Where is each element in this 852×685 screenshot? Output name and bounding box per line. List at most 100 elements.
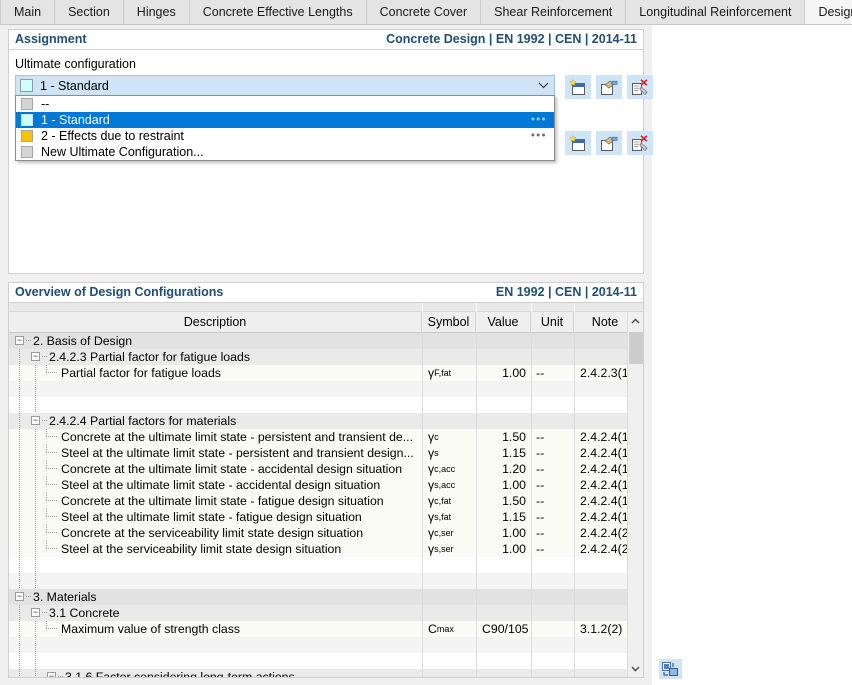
ultimate-configuration-dropdown[interactable]: -- 1 - Standard ••• 2 - Effects due to rest… bbox=[15, 95, 555, 161]
cell-value[interactable]: 1.00 bbox=[476, 365, 531, 381]
cell-description bbox=[61, 381, 433, 397]
cell-value[interactable]: 1.50 bbox=[476, 429, 531, 445]
cell-value[interactable]: 1.00 bbox=[476, 525, 531, 541]
tab-design-configurations[interactable]: Design Configurations bbox=[805, 0, 852, 24]
tab-bar: Main Section Hinges Concrete Effective Leng… bbox=[0, 0, 852, 25]
table-row[interactable]: −3. Materials bbox=[9, 589, 627, 605]
cell-symbol: γ s,fat bbox=[422, 509, 476, 525]
cell-value[interactable] bbox=[476, 573, 531, 589]
edit-configuration-icon[interactable] bbox=[596, 75, 622, 99]
dropdown-item[interactable]: 1 - Standard ••• bbox=[16, 112, 554, 128]
tree-collapse-icon[interactable]: − bbox=[15, 592, 24, 601]
new-configuration-icon[interactable] bbox=[565, 75, 591, 99]
column-header-symbol[interactable]: Symbol bbox=[422, 311, 476, 333]
chevron-up-icon[interactable] bbox=[628, 312, 643, 329]
column-header-value[interactable]: Value bbox=[476, 311, 531, 333]
edit-configuration-icon[interactable] bbox=[596, 131, 622, 155]
tree-guide-line bbox=[19, 605, 20, 621]
cell-note: 2.4.2.4(2) bbox=[574, 541, 627, 557]
dropdown-item-options-icon[interactable]: ••• bbox=[531, 130, 547, 142]
tree-collapse-icon[interactable]: − bbox=[31, 416, 40, 425]
dropdown-item[interactable]: -- bbox=[16, 96, 554, 112]
scrollbar-thumb[interactable] bbox=[629, 332, 643, 364]
table-row[interactable]: − 3.1.6 Factor considering long-term acti… bbox=[9, 669, 627, 677]
cell-value[interactable] bbox=[476, 381, 531, 397]
tab-main[interactable]: Main bbox=[0, 0, 56, 24]
cell-value[interactable] bbox=[476, 669, 531, 677]
tree-collapse-icon[interactable]: − bbox=[15, 336, 24, 345]
cell-value[interactable] bbox=[476, 413, 531, 429]
cell-value[interactable]: 1.00 bbox=[476, 541, 531, 557]
cell-value[interactable]: 1.20 bbox=[476, 461, 531, 477]
table-row[interactable]: Concrete at the serviceability limit sta… bbox=[9, 525, 627, 541]
tab-section[interactable]: Section bbox=[55, 0, 124, 24]
cell-note bbox=[574, 605, 627, 621]
table-row[interactable]: Concrete at the ultimate limit state - p… bbox=[9, 429, 627, 445]
table-vertical-scrollbar[interactable] bbox=[627, 312, 643, 677]
tree-guide-line bbox=[35, 669, 36, 677]
delete-configuration-icon[interactable] bbox=[627, 131, 653, 155]
dropdown-item-options-icon[interactable]: ••• bbox=[531, 114, 547, 126]
cell-description: Steel at the serviceability limit state … bbox=[61, 542, 342, 556]
tree-guide-line bbox=[46, 525, 47, 533]
tree-collapse-icon[interactable]: − bbox=[31, 608, 40, 617]
delete-configuration-icon[interactable] bbox=[627, 75, 653, 99]
tree-collapse-icon[interactable]: − bbox=[47, 672, 56, 677]
dropdown-item[interactable]: 2 - Effects due to restraint ••• bbox=[16, 128, 554, 144]
cell-unit: -- bbox=[531, 477, 574, 493]
cell-value[interactable]: 1.15 bbox=[476, 509, 531, 525]
transfer-configuration-icon[interactable] bbox=[659, 659, 682, 679]
cell-symbol bbox=[422, 573, 476, 589]
column-header-description[interactable]: Description bbox=[9, 311, 422, 333]
cell-value[interactable]: 1.00 bbox=[476, 477, 531, 493]
tab-longitudinal-reinforcement[interactable]: Longitudinal Reinforcement bbox=[626, 0, 806, 24]
tree-guide-line bbox=[46, 532, 57, 533]
tree-guide-line bbox=[35, 365, 36, 381]
table-row[interactable]: Steel at the ultimate limit state - acci… bbox=[9, 477, 627, 493]
design-configurations-table[interactable]: −2. Basis of Design −2.4.2.3 Partial fact… bbox=[9, 333, 627, 677]
cell-value[interactable] bbox=[476, 557, 531, 573]
cell-value[interactable] bbox=[476, 397, 531, 413]
cell-value[interactable] bbox=[476, 333, 531, 349]
tree-guide-line bbox=[19, 493, 20, 509]
dropdown-item[interactable]: New Ultimate Configuration... bbox=[16, 144, 554, 160]
chevron-down-icon[interactable] bbox=[628, 660, 643, 677]
tree-collapse-icon[interactable]: − bbox=[31, 352, 40, 361]
new-configuration-icon[interactable] bbox=[565, 131, 591, 155]
table-row[interactable]: Steel at the serviceability limit state … bbox=[9, 541, 627, 557]
cell-value[interactable]: 1.50 bbox=[476, 493, 531, 509]
configuration-color-swatch bbox=[21, 98, 33, 110]
cell-value[interactable] bbox=[476, 605, 531, 621]
cell-value[interactable] bbox=[476, 653, 531, 669]
tree-guide-line bbox=[19, 541, 20, 557]
cell-value[interactable] bbox=[476, 589, 531, 605]
cell-value[interactable] bbox=[476, 349, 531, 365]
tree-guide-line bbox=[35, 573, 36, 589]
chevron-down-icon[interactable] bbox=[532, 80, 554, 92]
table-row[interactable]: Maximum value of strength class Cmax C90/1… bbox=[9, 621, 627, 637]
table-row[interactable]: −2. Basis of Design bbox=[9, 333, 627, 349]
tab-concrete-cover[interactable]: Concrete Cover bbox=[366, 0, 482, 24]
column-header-unit[interactable]: Unit bbox=[531, 311, 574, 333]
tree-guide-line bbox=[19, 413, 20, 429]
ultimate-configuration-combobox[interactable]: 1 - Standard bbox=[15, 75, 555, 96]
table-row[interactable]: −2.4.2.4 Partial factors for materials bbox=[9, 413, 627, 429]
table-row[interactable]: Steel at the ultimate limit state - pers… bbox=[9, 445, 627, 461]
table-row[interactable]: −3.1 Concrete bbox=[9, 605, 627, 621]
cell-value[interactable]: 1.15 bbox=[476, 445, 531, 461]
cell-value[interactable] bbox=[476, 637, 531, 653]
table-row[interactable]: Concrete at the ultimate limit state - a… bbox=[9, 461, 627, 477]
overview-panel-header: Overview of Design Configurations EN 199… bbox=[9, 283, 643, 303]
tab-concrete-effective-lengths[interactable]: Concrete Effective Lengths bbox=[189, 0, 367, 24]
cell-value[interactable]: C90/105 bbox=[476, 621, 531, 637]
cell-note bbox=[574, 557, 627, 573]
table-row[interactable]: Steel at the ultimate limit state - fati… bbox=[9, 509, 627, 525]
tree-guide-line bbox=[35, 637, 36, 653]
tab-shear-reinforcement[interactable]: Shear Reinforcement bbox=[481, 0, 627, 24]
tree-guide-line bbox=[35, 653, 36, 669]
table-row[interactable]: Concrete at the ultimate limit state - f… bbox=[9, 493, 627, 509]
tree-guide-line bbox=[35, 541, 36, 557]
table-row[interactable]: Partial factor for fatigue loads γ F,fat 1.… bbox=[9, 365, 627, 381]
tab-hinges[interactable]: Hinges bbox=[123, 0, 190, 24]
table-row[interactable]: −2.4.2.3 Partial factor for fatigue load… bbox=[9, 349, 627, 365]
